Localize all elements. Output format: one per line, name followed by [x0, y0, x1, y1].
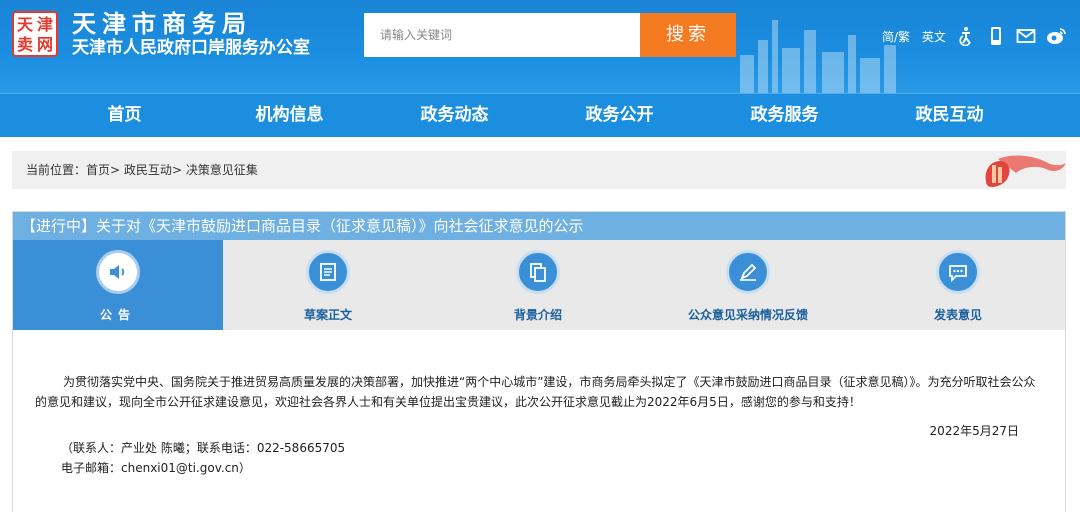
- lang-switch-link[interactable]: 简/繁: [882, 27, 910, 47]
- main-nav: 首页 机构信息 政务动态 政务公开 政务服务 政民互动: [0, 93, 1080, 137]
- search-button[interactable]: 搜索: [640, 13, 736, 57]
- chat-icon: [949, 265, 967, 283]
- nav-item-org-info[interactable]: 机构信息: [207, 94, 372, 138]
- mobile-icon[interactable]: [986, 26, 1006, 46]
- tab-draft-text[interactable]: 草案正文: [223, 240, 433, 330]
- contact-line: （联系人：产业处 陈曦；联系电话：022-58665705: [61, 441, 346, 455]
- breadcrumb-separator: >: [171, 163, 182, 177]
- site-logo[interactable]: 天 津 卖 网: [12, 11, 58, 57]
- site-title: 天津市商务局: [72, 10, 252, 38]
- weibo-icon[interactable]: [1046, 26, 1066, 46]
- tab-icon-circle: [936, 250, 980, 294]
- logo-char: 网: [37, 35, 54, 54]
- breadcrumb-separator: >: [110, 163, 121, 177]
- nav-item-services[interactable]: 政务服务: [702, 94, 867, 138]
- logo-char: 卖: [17, 35, 34, 54]
- breadcrumb-prefix: 当前位置：: [26, 163, 87, 177]
- accessibility-icon[interactable]: [957, 26, 977, 47]
- site-header: 天 津 卖 网 天津市商务局 天津市人民政府口岸服务办公室 搜索 简/繁 英文: [0, 0, 1080, 93]
- contact-email: 电子邮箱：chenxi01@ti.gov.cn）: [61, 461, 251, 475]
- announcement-date: 2022年5月27日: [929, 424, 1019, 438]
- tab-label: 公众意见采纳情况反馈: [687, 308, 808, 322]
- topic-panel: 【进行中】关于对《天津市鼓励进口商品目录（征求意见稿）》向社会征求意见的公示 公…: [12, 211, 1066, 512]
- topic-tabs: 公告 草案正文 背景介绍 公众意见采纳情况反馈 发表意见: [13, 240, 1065, 330]
- copy-icon: [530, 263, 546, 282]
- ribbon-decoration: [985, 155, 1066, 187]
- nav-item-news[interactable]: 政务动态: [372, 94, 537, 138]
- tab-icon-circle: [96, 250, 140, 294]
- breadcrumb-interaction[interactable]: 政民互动: [124, 163, 172, 177]
- english-link[interactable]: 英文: [922, 27, 946, 47]
- tab-background[interactable]: 背景介绍: [433, 240, 643, 330]
- breadcrumb-current[interactable]: 决策意见征集: [186, 163, 258, 177]
- tab-label: 发表意见: [933, 308, 982, 322]
- tab-announcement[interactable]: 公告: [13, 240, 223, 330]
- nav-item-home[interactable]: 首页: [42, 94, 207, 138]
- announcement-body: 为贯彻落实党中央、国务院关于推进贸易高质量发展的决策部署，加快推进“两个中心城市…: [35, 375, 1036, 409]
- speaker-icon: [110, 265, 125, 279]
- search-input[interactable]: [364, 13, 640, 57]
- tab-icon-circle: [726, 250, 770, 294]
- logo-char: 天: [17, 15, 34, 34]
- breadcrumb-home[interactable]: 首页: [86, 163, 110, 177]
- mail-icon[interactable]: [1016, 26, 1036, 46]
- tab-icon-circle: [516, 250, 560, 294]
- tab-label: 背景介绍: [513, 308, 562, 322]
- tab-submit-opinion[interactable]: 发表意见: [853, 240, 1063, 330]
- tab-feedback[interactable]: 公众意见采纳情况反馈: [643, 240, 853, 330]
- nav-item-interaction[interactable]: 政民互动: [867, 94, 1032, 138]
- search-box: [364, 13, 640, 57]
- breadcrumb: 当前位置：首页> 政民互动> 决策意见征集: [12, 151, 1066, 189]
- document-icon: [320, 263, 336, 281]
- tab-label: 草案正文: [303, 308, 352, 322]
- top-links: 简/繁 英文: [882, 27, 946, 47]
- logo-char: 津: [37, 15, 54, 34]
- nav-item-open-gov[interactable]: 政务公开: [537, 94, 702, 138]
- contact-info: （联系人：产业处 陈曦；联系电话：022-58665705 电子邮箱：chenx…: [61, 438, 345, 478]
- site-subtitle: 天津市人民政府口岸服务办公室: [72, 38, 310, 58]
- topic-title: 【进行中】关于对《天津市鼓励进口商品目录（征求意见稿）》向社会征求意见的公示: [13, 212, 1065, 240]
- edit-icon: [740, 263, 757, 281]
- tab-icon-circle: [306, 250, 350, 294]
- tab-label: 公告: [99, 308, 136, 322]
